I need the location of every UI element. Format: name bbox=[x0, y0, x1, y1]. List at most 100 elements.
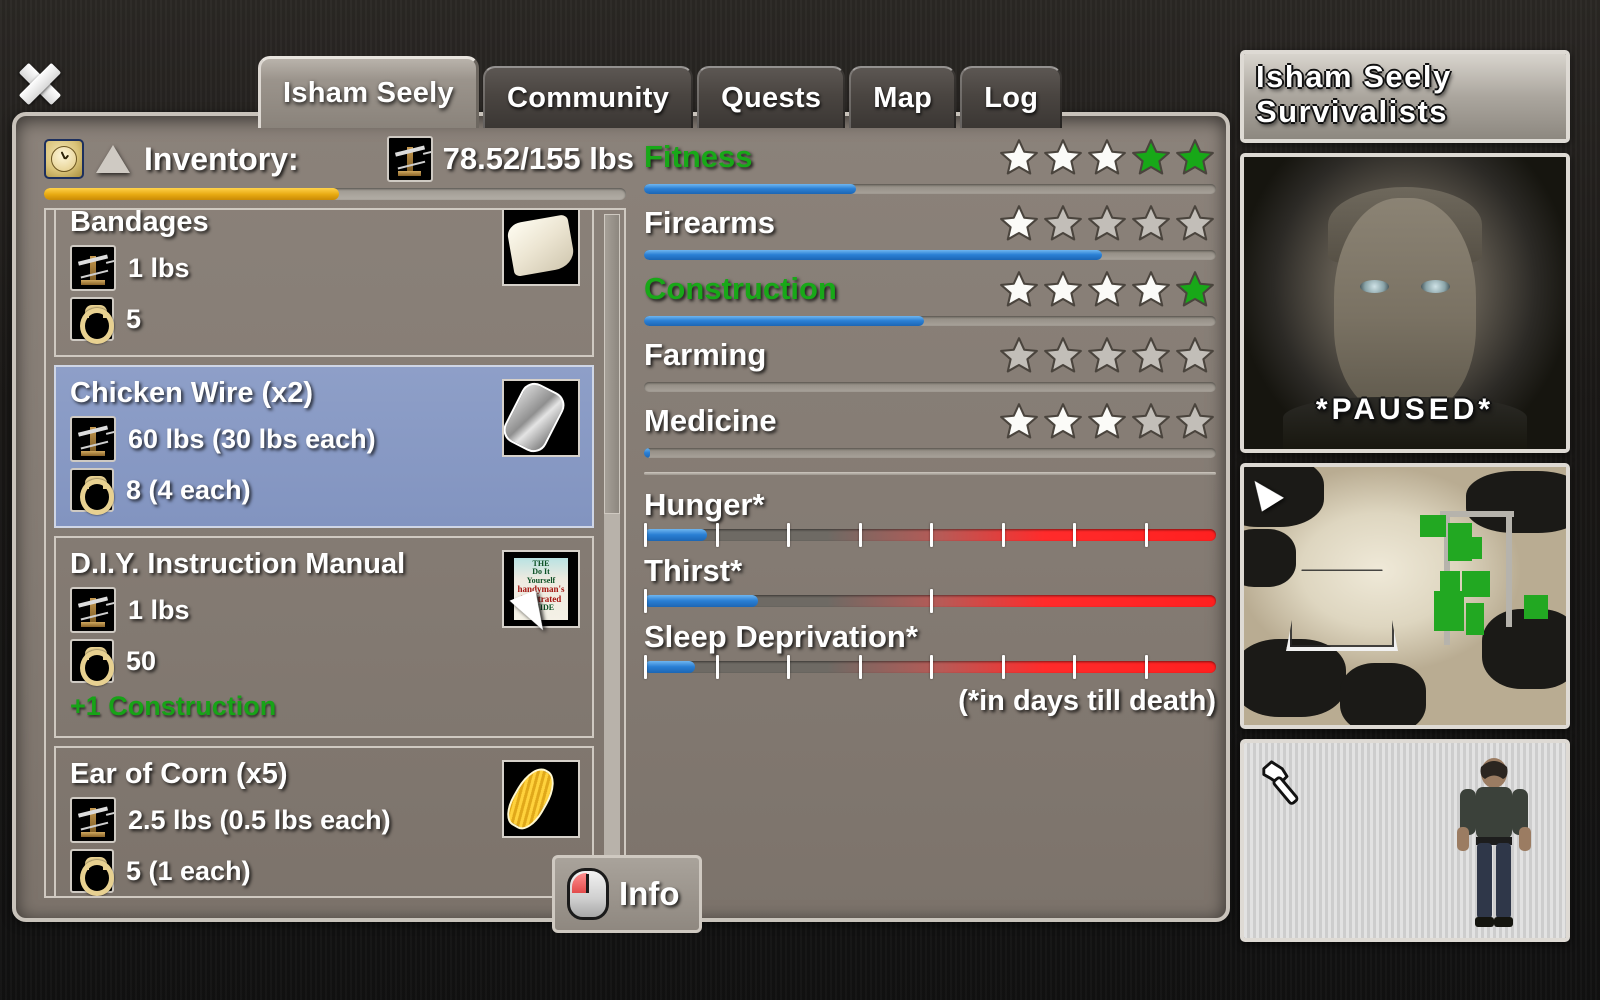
mouse-left-click-icon bbox=[567, 868, 609, 920]
skill-star-rating bbox=[998, 400, 1216, 442]
info-button[interactable]: Info bbox=[552, 855, 703, 933]
character-nameplate: Isham Seely Survivalists bbox=[1240, 50, 1570, 144]
item-value-row: 5 (1 each) bbox=[70, 849, 578, 896]
vital-fill bbox=[644, 661, 696, 673]
item-value: 5 bbox=[126, 303, 142, 334]
skill-star bbox=[1132, 271, 1170, 307]
vital-hunger-: Hunger* bbox=[644, 487, 1216, 547]
skill-progress-bar bbox=[644, 184, 1216, 194]
mouse-left-button-highlight bbox=[572, 873, 588, 894]
paused-indicator: *PAUSED* bbox=[1315, 393, 1495, 427]
inventory-item[interactable]: Chicken Wire (x2) 60 lbs (30 lbs each) 8 (… bbox=[54, 365, 594, 528]
item-value-row: 8 (4 each) bbox=[70, 468, 578, 515]
tab-community[interactable]: Community bbox=[482, 66, 694, 128]
item-bonus: +1 Construction bbox=[70, 691, 277, 721]
skill-construction: Construction bbox=[644, 266, 1216, 326]
coin-icon bbox=[70, 468, 114, 515]
vital-tick bbox=[715, 655, 719, 679]
skill-star bbox=[1088, 337, 1126, 373]
minimap-marker bbox=[1466, 603, 1484, 636]
item-value-row: 5 bbox=[70, 297, 578, 344]
item-value-row: 50 bbox=[70, 639, 578, 686]
character-model-view[interactable] bbox=[1240, 739, 1570, 943]
item-weight: 60 lbs (30 lbs each) bbox=[128, 423, 376, 454]
skill-star bbox=[1176, 205, 1214, 241]
sort-triangle-icon[interactable] bbox=[96, 145, 130, 173]
minimap-terrain-dark bbox=[1340, 663, 1426, 726]
portrait-eye-left bbox=[1359, 280, 1389, 293]
skill-star bbox=[1044, 403, 1082, 439]
item-thumbnail bbox=[502, 760, 580, 838]
skill-progress-fill bbox=[644, 184, 856, 194]
minimap-view-frustum bbox=[1286, 569, 1398, 652]
skill-star bbox=[1088, 271, 1126, 307]
scale-icon bbox=[386, 136, 433, 182]
skill-star bbox=[1088, 403, 1126, 439]
minimap-road bbox=[1506, 517, 1512, 628]
corn-image bbox=[504, 762, 563, 836]
coin-icon bbox=[70, 297, 114, 344]
tab-quests[interactable]: Quests bbox=[697, 66, 846, 128]
vital-fill bbox=[644, 529, 707, 541]
clock-minute-hand bbox=[60, 151, 66, 160]
skill-star bbox=[1000, 337, 1038, 373]
minimap[interactable] bbox=[1240, 463, 1570, 730]
vitals-list: Hunger* Thirst* Sleep Deprivation* bbox=[644, 487, 1216, 679]
vital-tick bbox=[787, 523, 790, 547]
portrait-eye-right bbox=[1421, 280, 1451, 293]
clock-icon[interactable] bbox=[44, 139, 84, 179]
inventory-item[interactable]: Ear of Corn (x5) 2.5 lbs (0.5 lbs each) 5 … bbox=[54, 746, 594, 896]
character-faction: Survivalists bbox=[1256, 93, 1449, 129]
vitals-note: (*in days till death) bbox=[958, 685, 1216, 717]
inventory-item[interactable]: Bandages 1 lbs 5 bbox=[54, 210, 594, 357]
tab-map[interactable]: Map bbox=[849, 66, 957, 128]
minimap-terrain-dark bbox=[1482, 609, 1566, 690]
skill-star bbox=[1000, 139, 1038, 175]
inventory-header: Inventory: 78.52/155 lbs bbox=[44, 134, 634, 184]
vital-tick bbox=[858, 655, 862, 679]
inventory-scrollbar-thumb[interactable] bbox=[604, 214, 620, 514]
coin-icon bbox=[70, 639, 114, 686]
scale-base bbox=[397, 170, 422, 176]
skill-star bbox=[1000, 205, 1038, 241]
item-weight: 1 lbs bbox=[128, 252, 190, 283]
character-name: Isham Seely bbox=[1256, 59, 1452, 94]
minimap-marker bbox=[1524, 595, 1548, 620]
skill-progress-fill bbox=[644, 316, 925, 326]
vital-name: Thirst* bbox=[644, 553, 743, 588]
vital-name: Hunger* bbox=[644, 487, 765, 522]
chicken-wire-image bbox=[504, 381, 570, 455]
vital-name: Sleep Deprivation* bbox=[644, 619, 918, 654]
portrait-face bbox=[1334, 198, 1476, 415]
skill-star bbox=[1176, 271, 1214, 307]
skill-name: Fitness bbox=[644, 139, 753, 174]
inventory-scrollbar[interactable] bbox=[604, 214, 620, 892]
skill-star bbox=[1088, 139, 1126, 175]
vital-tick bbox=[1144, 523, 1148, 547]
vital-tick bbox=[1001, 523, 1005, 547]
vital-track bbox=[644, 655, 1216, 679]
right-sidebar: Isham Seely Survivalists *PAUSED* bbox=[1240, 50, 1570, 952]
character-panel: Inventory: 78.52/155 lbs Bandages 1 lbs 5 C… bbox=[12, 112, 1230, 922]
skill-star bbox=[1088, 205, 1126, 241]
stats-divider bbox=[644, 472, 1216, 475]
skill-star-rating bbox=[998, 202, 1216, 244]
inventory-weight-fill bbox=[44, 188, 340, 200]
scale-icon bbox=[70, 587, 116, 633]
vital-track bbox=[644, 523, 1216, 547]
skill-star-rating bbox=[998, 268, 1216, 310]
skill-name: Firearms bbox=[644, 205, 775, 240]
skill-progress-fill bbox=[644, 448, 650, 458]
inventory-item[interactable]: D.I.Y. Instruction Manual 1 lbs 50 +1 Const… bbox=[54, 536, 594, 738]
minimap-marker bbox=[1420, 515, 1446, 538]
skill-star bbox=[1176, 403, 1214, 439]
info-button-label: Info bbox=[619, 875, 680, 912]
tab-isham-seely[interactable]: Isham Seely bbox=[258, 56, 479, 128]
hammer-icon bbox=[1262, 760, 1299, 806]
vital-tick bbox=[1073, 523, 1076, 547]
skill-star bbox=[1176, 337, 1214, 373]
tab-bar: Isham Seely Community Quests Map Log bbox=[258, 56, 1063, 128]
close-window-button[interactable] bbox=[14, 56, 66, 112]
tab-log[interactable]: Log bbox=[960, 66, 1063, 128]
inventory-item-list[interactable]: Bandages 1 lbs 5 Chicken Wire (x2) 60 lbs (3… bbox=[44, 208, 626, 898]
